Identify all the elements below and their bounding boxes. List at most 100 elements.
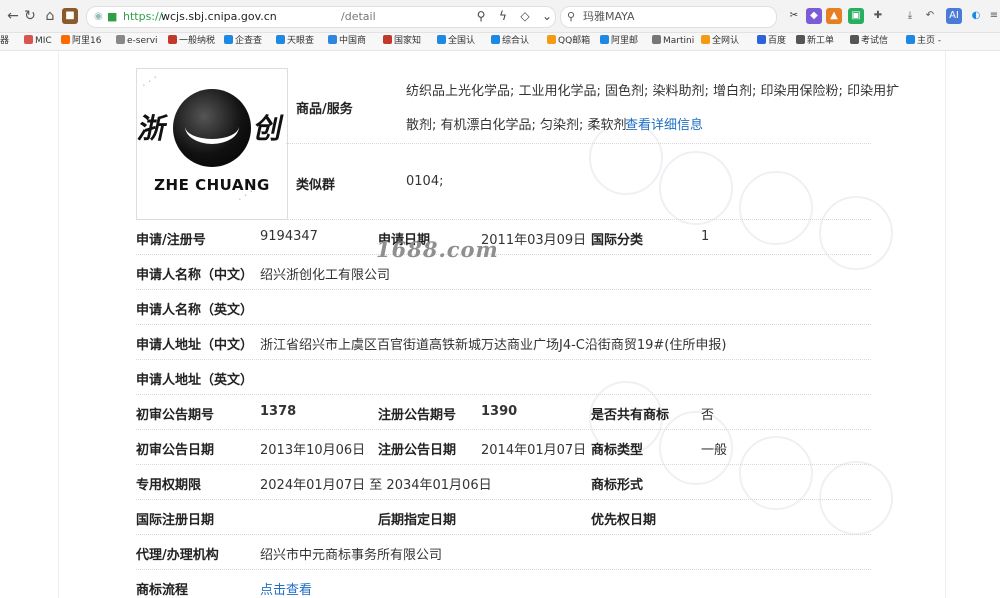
- bookmark-label: QQ邮箱: [558, 36, 591, 46]
- similar-group-value: 0104;: [406, 174, 444, 189]
- bookmark-label: 全网认: [712, 36, 740, 46]
- bookmark-item[interactable]: 考试信: [850, 35, 888, 48]
- flow-label: 商标流程: [136, 583, 189, 598]
- bookmark-item[interactable]: QQ邮箱: [547, 35, 590, 48]
- search-box[interactable]: ⚲ 玛雅MAYA: [560, 6, 777, 28]
- download-icon[interactable]: ⤓: [902, 8, 918, 24]
- back-icon[interactable]: ←: [5, 8, 21, 24]
- agent-label: 代理/办理机构: [136, 548, 219, 563]
- bookmark-item[interactable]: 全国认: [437, 35, 475, 48]
- bookmark-icon: [850, 35, 859, 44]
- site-info-icon[interactable]: ◉: [94, 7, 103, 27]
- bookmark-label: 天眼查: [287, 36, 315, 46]
- bookmark-icon: [701, 35, 710, 44]
- bookmark-label: MIC: [35, 36, 52, 46]
- url-scheme: https://: [123, 10, 163, 23]
- similar-group-label: 类似群: [296, 178, 336, 193]
- extension-purple-icon[interactable]: ◆: [806, 8, 822, 24]
- url-path: /detail: [341, 10, 376, 23]
- reg-pub-date-value: 2014年01月07日: [481, 443, 587, 458]
- goods-label: 商品/服务: [296, 102, 353, 117]
- image-watermark: · · ·: [138, 71, 161, 92]
- bookmark-item[interactable]: 国家知: [383, 35, 421, 48]
- divider: [136, 429, 871, 430]
- bookmark-label: 阿里16: [72, 36, 102, 46]
- search-icon: ⚲: [567, 10, 576, 23]
- bookmark-label: 全国认: [448, 36, 476, 46]
- bookmark-item[interactable]: 阿里邮: [600, 35, 638, 48]
- lightning-icon[interactable]: ϟ: [492, 6, 514, 26]
- intl-reg-date-label: 国际注册日期: [136, 513, 215, 528]
- bookmark-item[interactable]: 主页 -: [906, 35, 941, 48]
- translate-icon[interactable]: ◇: [514, 6, 536, 26]
- background-seal: [739, 171, 813, 245]
- goods-line-2: 散剂; 有机漂白化学品; 匀染剂; 柔软剂: [406, 118, 627, 133]
- divider: [136, 289, 871, 290]
- shared-label: 是否共有商标: [591, 408, 670, 423]
- divider: [136, 534, 871, 535]
- bookmark-item[interactable]: 综合认: [491, 35, 529, 48]
- view-details-link[interactable]: 查看详细信息: [625, 114, 703, 133]
- bookmarks-bar: 器 MIC 阿里16 e-servi 一般纳税 企查查 天眼查 中国商 国家知 …: [0, 33, 1000, 51]
- menu-icon[interactable]: ≡: [986, 8, 1000, 24]
- bookmark-label: 中国商: [339, 36, 367, 46]
- divider: [136, 254, 871, 255]
- applicant-cn-label: 申请人名称（中文）: [136, 268, 254, 283]
- prelim-date-value: 2013年10月06日: [260, 443, 366, 458]
- extension-green-icon[interactable]: ▣: [848, 8, 864, 24]
- bookmark-item[interactable]: 新工单: [796, 35, 834, 48]
- zoom-icon[interactable]: ⚲: [470, 6, 492, 26]
- bookmark-icon: [547, 35, 556, 44]
- shared-value: 否: [701, 408, 715, 423]
- logo-globe-icon: [173, 89, 251, 167]
- reg-no-label: 申请/注册号: [136, 233, 206, 248]
- term-value: 2024年01月07日 至 2034年01月06日: [260, 478, 492, 493]
- divider: [136, 359, 871, 360]
- bookmark-label: 企查查: [235, 36, 263, 46]
- trademark-image[interactable]: · · · · · · 浙 创 ZHE CHUANG: [136, 68, 288, 220]
- logo-en: ZHE CHUANG: [154, 176, 270, 194]
- bookmark-item[interactable]: 一般纳税: [168, 35, 215, 48]
- bookmark-label: 主页 -: [917, 36, 942, 46]
- lock-icon: ■: [107, 10, 118, 23]
- priority-date-label: 优先权日期: [591, 513, 657, 528]
- home-icon[interactable]: ⌂: [42, 8, 58, 24]
- bookmark-icon: [24, 35, 33, 44]
- bookmark-item[interactable]: e-servi: [116, 35, 158, 48]
- bookmark-item[interactable]: Martini: [652, 35, 694, 48]
- bookmark-label: 综合认: [502, 36, 530, 46]
- bookmark-item[interactable]: 阿里16: [61, 35, 101, 48]
- browser-toolbar: ← ↻ ⌂ ■ ◉ ■ https:// wcjs.sbj.cnipa.gov.…: [0, 0, 1000, 33]
- tm-type-label: 商标类型: [591, 443, 644, 458]
- reg-pub-no-label: 注册公告期号: [378, 408, 457, 423]
- applicant-cn-value: 绍兴浙创化工有限公司: [260, 268, 391, 283]
- puzzle-icon[interactable]: ✚: [870, 8, 886, 24]
- search-text: 玛雅MAYA: [583, 10, 635, 23]
- reload-icon[interactable]: ↻: [22, 8, 38, 24]
- chevron-down-icon[interactable]: ⌄: [536, 6, 558, 26]
- background-seal: [819, 461, 893, 535]
- scissors-icon[interactable]: ✂: [786, 8, 802, 24]
- trademark-detail-page: · · · · · · 浙 创 ZHE CHUANG 商品/服务 纺织品上光化学…: [58, 51, 946, 598]
- bookmark-icon: [61, 35, 70, 44]
- ai-icon[interactable]: AI: [946, 8, 962, 24]
- divider: [136, 394, 871, 395]
- bookmark-icon: [276, 35, 285, 44]
- bookmark-item[interactable]: MIC: [24, 35, 52, 48]
- briefcase-icon[interactable]: ■: [62, 8, 78, 24]
- bookmark-label: e-servi: [127, 36, 158, 46]
- bookmark-item[interactable]: 企查查: [224, 35, 262, 48]
- bookmark-item[interactable]: 天眼查: [276, 35, 314, 48]
- bookmark-icon: [652, 35, 661, 44]
- view-flow-link[interactable]: 点击查看: [260, 579, 312, 598]
- divider: [286, 143, 871, 144]
- bookmark-item[interactable]: 百度: [757, 35, 786, 48]
- undo-icon[interactable]: ↶: [922, 8, 938, 24]
- bookmark-item[interactable]: 全网认: [701, 35, 739, 48]
- bookmark-icon: [168, 35, 177, 44]
- applicant-en-label: 申请人名称（英文）: [136, 303, 254, 318]
- edge-icon[interactable]: ◐: [968, 8, 984, 24]
- extension-orange-icon[interactable]: ▲: [826, 8, 842, 24]
- divider: [136, 499, 871, 500]
- bookmark-item[interactable]: 中国商: [328, 35, 366, 48]
